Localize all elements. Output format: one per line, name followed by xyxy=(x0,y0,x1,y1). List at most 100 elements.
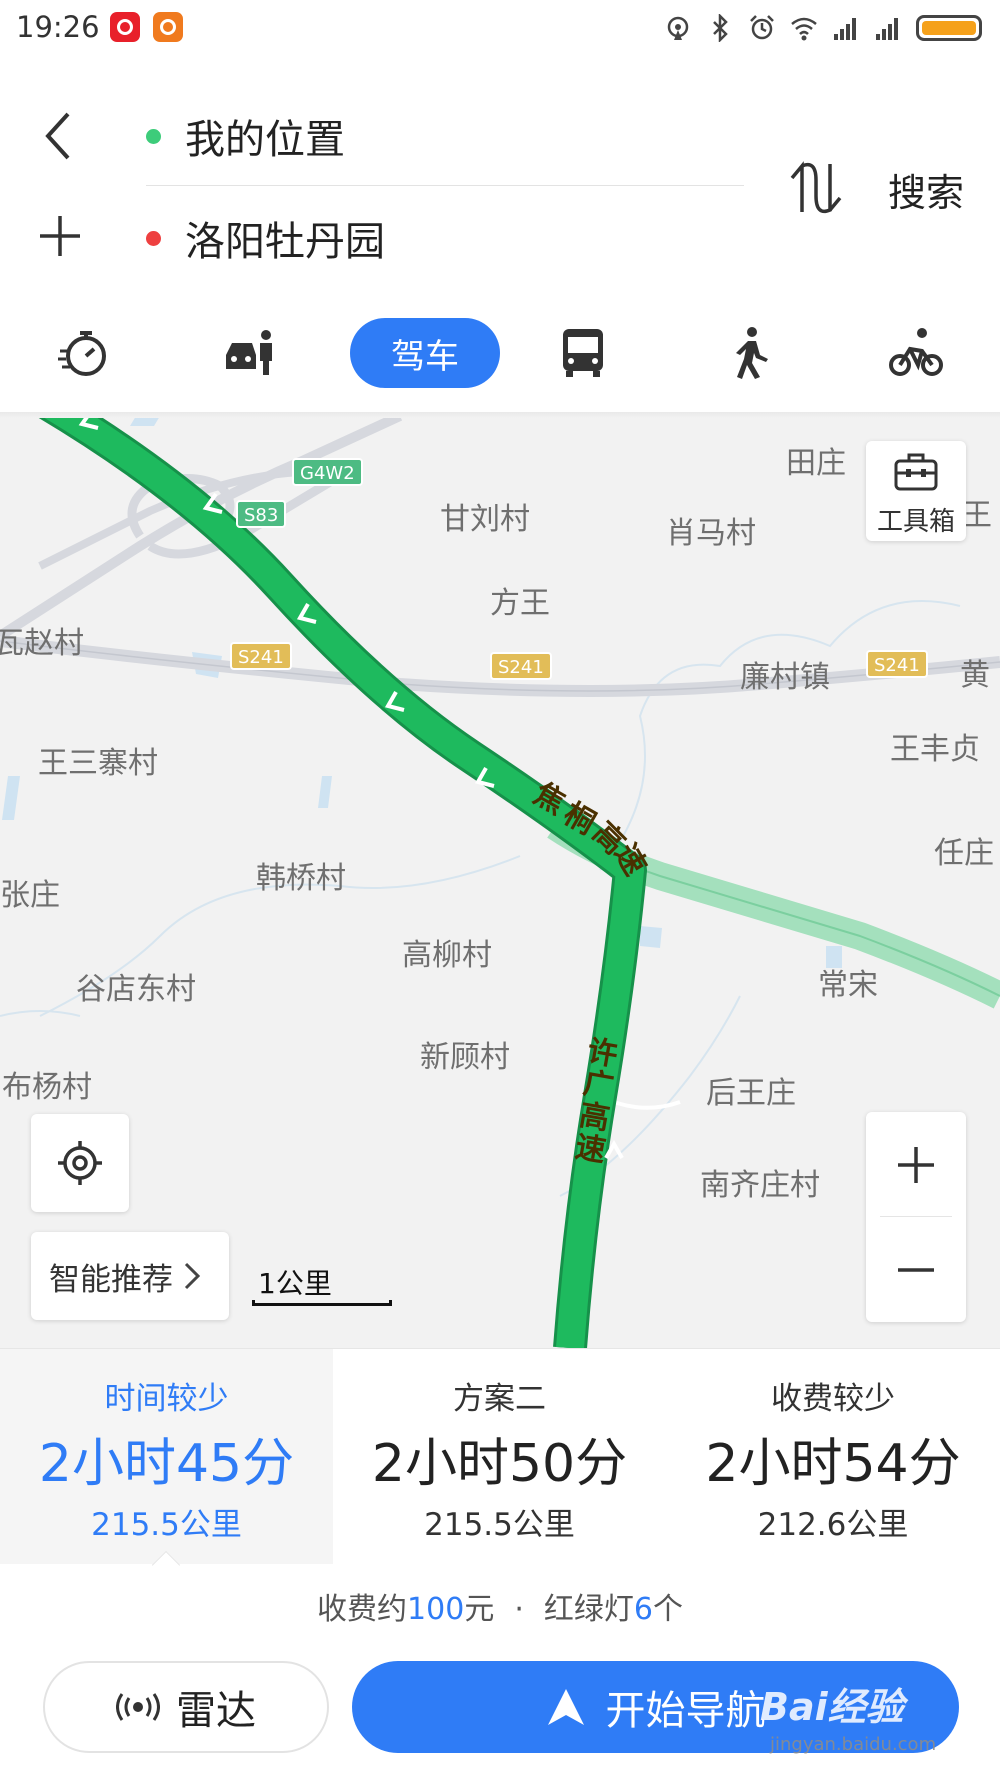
map-place-label: 后王庄 xyxy=(706,1076,796,1111)
highway-shield: S83 xyxy=(236,500,287,528)
route-option-distance: 215.5公里 xyxy=(424,1507,575,1543)
signal-icon-2 xyxy=(876,18,898,40)
radar-icon xyxy=(116,1693,160,1721)
scale-label: 1公里 xyxy=(258,1267,332,1300)
back-arrow-icon[interactable] xyxy=(38,108,78,164)
road-shield: S241 xyxy=(866,650,928,678)
summary-separator: · xyxy=(514,1592,524,1627)
smart-recommend-button[interactable]: 智能推荐 xyxy=(31,1232,229,1320)
map-place-label: 任庄 xyxy=(934,836,994,871)
wifi-icon xyxy=(791,17,817,41)
route-option-3[interactable]: 收费较少 2小时54分 212.6公里 xyxy=(666,1349,1000,1564)
map-place-label: 肖马村 xyxy=(666,516,756,551)
map-canvas xyxy=(0,416,1000,1348)
map-top-shadow xyxy=(0,412,1000,418)
map-place-label: 方王 xyxy=(490,586,550,621)
map-place-label: 甘刘村 xyxy=(440,502,530,537)
toolbox-icon xyxy=(894,453,938,491)
radar-label: 雷达 xyxy=(176,1688,256,1734)
toll-prefix: 收费约 xyxy=(317,1592,408,1627)
zoom-out-button[interactable] xyxy=(866,1217,966,1322)
swap-icon[interactable] xyxy=(788,160,844,216)
map-place-label: 新顾村 xyxy=(420,1040,510,1075)
status-icons xyxy=(664,10,982,46)
chevron-right-icon xyxy=(184,1262,201,1290)
map-place-label: 王丰贞 xyxy=(890,732,980,767)
road-shield: S241 xyxy=(490,652,552,680)
destination-row[interactable]: 洛阳牡丹园 xyxy=(146,208,385,268)
locate-button[interactable] xyxy=(31,1114,129,1212)
bus-icon xyxy=(563,329,603,377)
toll-suffix: 元 xyxy=(464,1592,495,1627)
watermark-url: jingyan.baidu.com xyxy=(770,1734,937,1755)
start-location-row[interactable]: 我的位置 xyxy=(146,106,345,166)
start-dot-icon xyxy=(146,128,161,144)
search-button[interactable]: 搜索 xyxy=(888,162,964,217)
map-scale: 1公里 xyxy=(252,1262,392,1308)
route-summary: 收费约100元 · 红绿灯6个 xyxy=(0,1584,1000,1628)
battery-icon xyxy=(916,15,982,41)
bike-icon xyxy=(889,328,943,376)
tab-recommend[interactable] xyxy=(56,318,112,388)
route-divider xyxy=(146,185,744,186)
toolbox-label: 工具箱 xyxy=(876,507,955,537)
route-option-time: 2小时54分 xyxy=(705,1434,961,1494)
alarm-icon xyxy=(750,15,774,40)
destination-text: 洛阳牡丹园 xyxy=(185,219,385,265)
route-option-title: 收费较少 xyxy=(771,1381,895,1417)
route-option-distance: 212.6公里 xyxy=(757,1507,909,1543)
map-place-label: 张庄 xyxy=(0,878,60,913)
walk-icon xyxy=(736,327,768,379)
map-place-label: 布杨村 xyxy=(2,1070,92,1105)
route-option-time: 2小时50分 xyxy=(371,1434,628,1494)
tab-taxi[interactable] xyxy=(222,318,278,388)
map-place-label: 高柳村 xyxy=(402,938,492,973)
route-option-distance: 215.5公里 xyxy=(91,1507,242,1543)
signal-icon-1 xyxy=(834,18,856,40)
route-option-title: 时间较少 xyxy=(104,1381,229,1417)
watermark-logo-text: Bai经验 xyxy=(760,1685,904,1729)
scale-bar xyxy=(252,1300,392,1306)
route-option-1[interactable]: 时间较少 2小时45分 215.5公里 xyxy=(0,1349,333,1564)
route-option-title: 方案二 xyxy=(453,1381,546,1417)
baidu-watermark: Bai经验 jingyan.baidu.com xyxy=(760,1676,960,1766)
toolbox-button[interactable]: 工具箱 xyxy=(866,441,966,541)
start-location-text: 我的位置 xyxy=(185,117,345,163)
hotspot-icon xyxy=(667,16,689,40)
music-app-icon xyxy=(110,12,140,42)
tab-bus[interactable] xyxy=(555,318,611,388)
locate-icon xyxy=(58,1141,102,1185)
smart-recommend-label: 智能推荐 xyxy=(49,1261,173,1298)
plus-icon xyxy=(898,1146,934,1183)
lights-suffix: 个 xyxy=(652,1592,683,1627)
zoom-in-button[interactable] xyxy=(866,1112,966,1217)
route-option-time: 2小时45分 xyxy=(38,1434,295,1494)
map-place-label: 韩桥村 xyxy=(256,861,346,896)
mi-app-icon xyxy=(153,12,183,42)
map-place-label: 廉村镇 xyxy=(740,660,830,695)
tab-bike[interactable] xyxy=(888,318,944,388)
add-waypoint-icon[interactable] xyxy=(38,214,82,258)
map-place-label: 南齐庄村 xyxy=(700,1168,820,1203)
map-view[interactable]: 田庄 甘刘村 肖马村 申王 方王 瓦赵村 廉村镇 黄 王三寨村 王丰贞 韩桥村 … xyxy=(0,416,1000,1348)
navigation-arrow-icon xyxy=(547,1689,584,1725)
taxi-icon xyxy=(226,330,272,375)
map-place-label: 王三寨村 xyxy=(38,746,158,781)
status-bar: 19:26 xyxy=(0,0,1000,58)
tab-walk[interactable] xyxy=(722,318,778,388)
start-navigation-label: 开始导航 xyxy=(605,1688,766,1734)
recommend-icon xyxy=(58,331,106,376)
minus-icon xyxy=(898,1267,934,1272)
map-place-label: 黄 xyxy=(960,658,990,693)
map-place-label: 常宋 xyxy=(818,968,878,1003)
bluetooth-icon xyxy=(713,14,728,42)
tab-drive[interactable]: 驾车 xyxy=(350,318,500,388)
radar-button[interactable]: 雷达 xyxy=(43,1661,329,1753)
lights-value: 6 xyxy=(633,1592,653,1627)
travel-mode-tabs: 驾车 xyxy=(0,318,1000,388)
end-dot-icon xyxy=(146,230,161,246)
route-options: 时间较少 2小时45分 215.5公里 方案二 2小时50分 215.5公里 收… xyxy=(0,1348,1000,1580)
toll-value: 100 xyxy=(407,1592,465,1627)
lights-prefix: 红绿灯 xyxy=(543,1592,634,1627)
route-option-2[interactable]: 方案二 2小时50分 215.5公里 xyxy=(333,1349,666,1564)
